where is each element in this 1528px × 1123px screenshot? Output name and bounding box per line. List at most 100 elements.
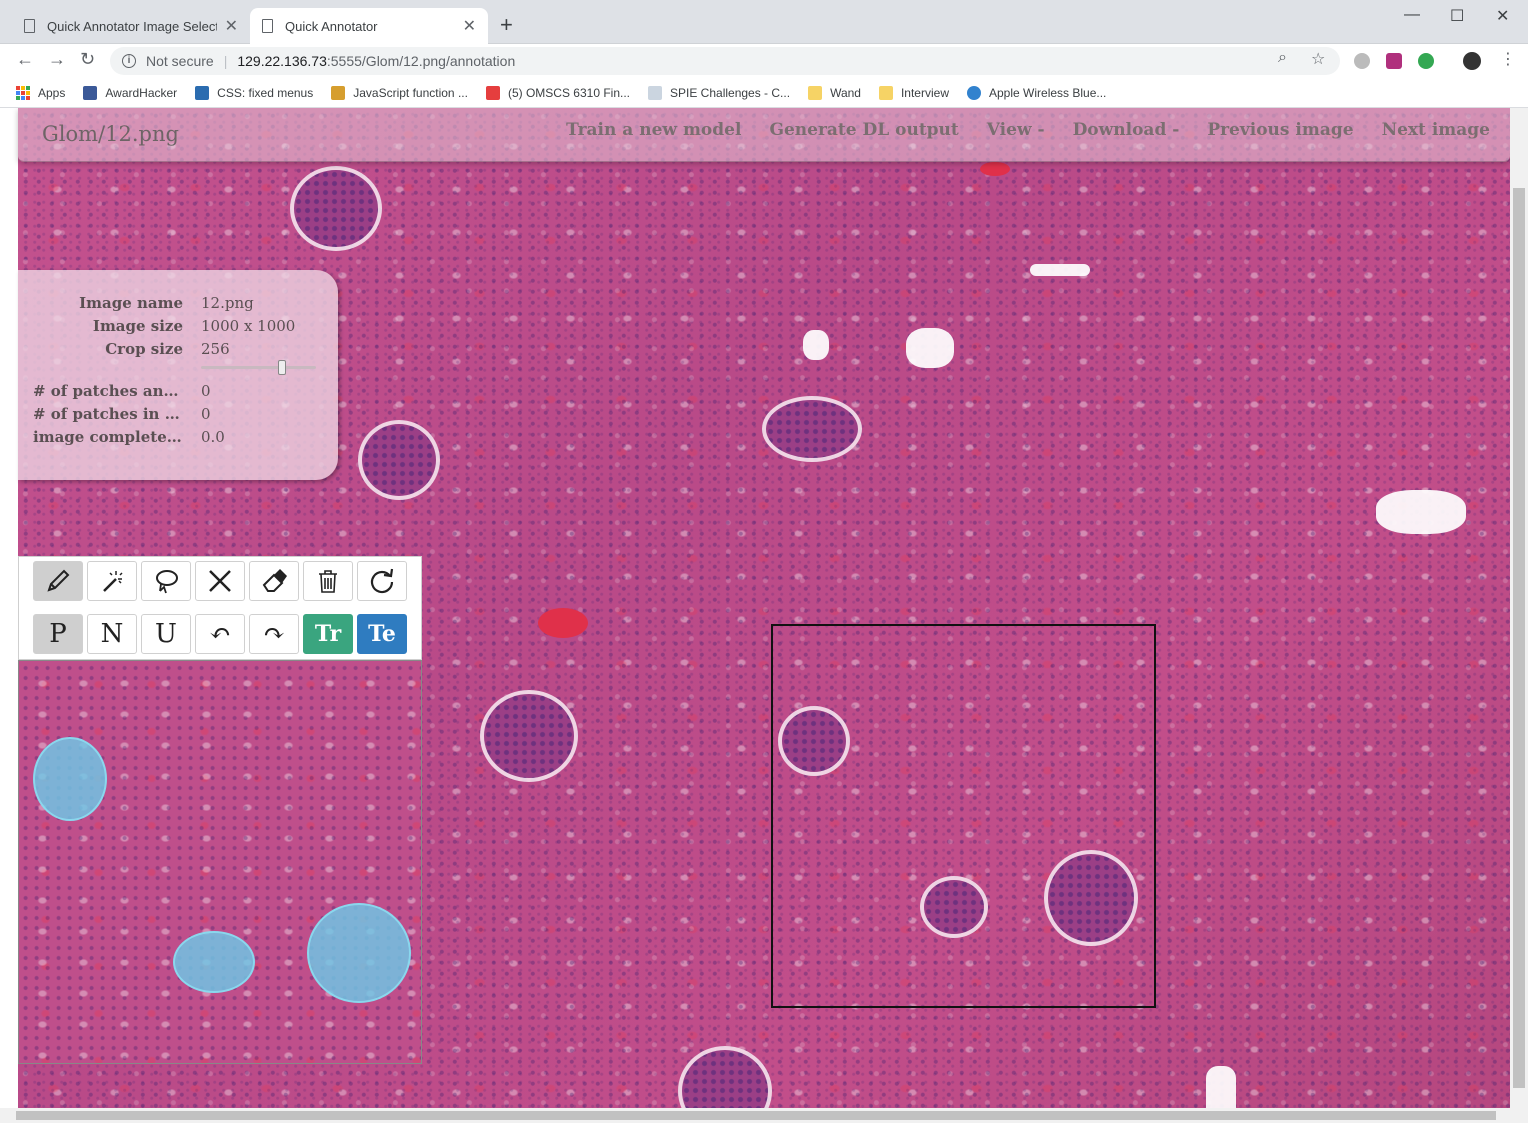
unknown-class-button[interactable]: U (141, 614, 191, 654)
address-bar[interactable]: i Not secure | 129.22.136.73:5555/Glom/1… (110, 47, 1340, 75)
document-icon (24, 19, 35, 33)
info-row-patches-annotated: # of patches ann... 0 (18, 382, 338, 402)
annotation-toolbar: P N U ↶ ↷ Tr Te (18, 556, 422, 660)
refresh-button[interactable] (357, 561, 407, 601)
glomerulus (762, 396, 862, 462)
forward-icon[interactable]: → (48, 49, 66, 70)
bookmark-apps[interactable]: Apps (16, 85, 66, 100)
new-tab-button[interactable]: + (500, 12, 513, 38)
lasso-tool-button[interactable] (141, 561, 191, 601)
browser-tab-bar: Quick Annotator Image Selection ✕ Quick … (0, 0, 1528, 44)
folder-icon (808, 85, 823, 100)
close-tab-icon[interactable]: ✕ (463, 16, 476, 36)
pencil-tool-button[interactable] (33, 561, 83, 601)
delete-button[interactable] (303, 561, 353, 601)
info-value: 256 (201, 340, 230, 358)
bookmark-apple-wireless[interactable]: Apple Wireless Blue... (967, 85, 1106, 100)
lumen (1030, 264, 1090, 276)
crop-size-slider[interactable] (201, 360, 316, 375)
youtube-icon (485, 85, 500, 100)
crop-region-box[interactable] (771, 624, 1156, 1008)
zoom-icon[interactable]: ⌕ (1278, 49, 1287, 67)
extension-icon[interactable] (1354, 53, 1370, 69)
slider-thumb[interactable] (278, 360, 287, 375)
lumen (906, 328, 954, 368)
info-value: 12.png (201, 294, 254, 312)
avatar[interactable] (1463, 52, 1481, 70)
bookmark-omscs[interactable]: (5) OMSCS 6310 Fin... (485, 85, 630, 100)
scrollbar-thumb[interactable] (16, 1111, 1496, 1120)
menu-kebab-icon[interactable]: ⋮ (1500, 49, 1516, 69)
close-window-icon[interactable]: ✕ (1496, 6, 1509, 26)
bookmarks-bar: Apps AwardHacker CSS: fixed menus JavaSc… (0, 78, 1528, 108)
info-icon[interactable]: i (122, 54, 136, 68)
bookmark-interview[interactable]: Interview (878, 85, 949, 100)
info-row-crop-size: Crop size 256 (18, 340, 338, 360)
info-label: Image size (92, 317, 183, 335)
info-label: # of patches in t... (33, 405, 183, 423)
app-navbar: Glom/12.png Train a new model Generate D… (18, 108, 1510, 162)
close-tab-icon[interactable]: ✕ (225, 16, 238, 36)
info-value: 0.0 (201, 428, 225, 446)
w3-icon (195, 85, 210, 100)
info-label: Image name (79, 294, 183, 312)
positive-annotation (307, 903, 411, 1003)
maximize-icon[interactable]: ☐ (1450, 6, 1464, 26)
positive-annotation (33, 737, 107, 821)
minimize-icon[interactable]: — (1404, 6, 1420, 24)
bookmark-label: (5) OMSCS 6310 Fin... (507, 85, 630, 100)
bookmark-label: AwardHacker (105, 85, 178, 100)
magic-wand-tool-button[interactable] (87, 561, 137, 601)
horizontal-scrollbar[interactable] (0, 1108, 1528, 1123)
bookmark-css-fixed-menus[interactable]: CSS: fixed menus (195, 85, 313, 100)
bookmark-awardhacker[interactable]: AwardHacker (83, 85, 178, 100)
back-icon[interactable]: ← (16, 49, 34, 70)
page-title[interactable]: Glom/12.png (42, 122, 179, 146)
view-menu[interactable]: View - (987, 120, 1045, 140)
extension-play-icon[interactable] (1418, 53, 1434, 69)
bookmark-star-icon[interactable]: ☆ (1311, 49, 1325, 69)
bookmark-label: SPIE Challenges - C... (670, 85, 791, 100)
clear-button[interactable] (195, 561, 245, 601)
redo-button[interactable]: ↷ (249, 614, 299, 654)
arrow-icon (83, 85, 98, 100)
bookmark-spie-challenges[interactable]: SPIE Challenges - C... (648, 85, 791, 100)
browser-toolbar: ← → ↻ i Not secure | 129.22.136.73:5555/… (0, 44, 1528, 78)
undo-button[interactable]: ↶ (195, 614, 245, 654)
lumen (803, 330, 829, 360)
url-host: 129.22.136.73 (237, 53, 327, 69)
tab-quick-annotator[interactable]: Quick Annotator ✕ (250, 8, 488, 44)
next-image-link[interactable]: Next image (1382, 120, 1490, 140)
red-blood-cell-cluster (538, 608, 588, 638)
info-label: image complete % (33, 428, 183, 446)
eraser-icon (262, 569, 287, 592)
download-menu[interactable]: Download - (1073, 120, 1180, 140)
extension-icon[interactable] (1386, 53, 1402, 69)
tab-image-selection[interactable]: Quick Annotator Image Selection ✕ (12, 8, 250, 44)
generate-dl-output-link[interactable]: Generate DL output (769, 120, 958, 140)
glomerulus (290, 166, 382, 251)
reload-icon[interactable]: ↻ (80, 49, 95, 70)
info-value: 0 (201, 382, 211, 400)
apps-grid-icon (16, 85, 30, 100)
info-row-patches-training: # of patches in t... 0 (18, 405, 338, 425)
bookmark-wand[interactable]: Wand (808, 85, 861, 100)
glomerulus (480, 690, 578, 782)
positive-class-button[interactable]: P (33, 614, 83, 654)
lasso-icon (156, 570, 178, 594)
vertical-scrollbar[interactable] (1510, 108, 1528, 1108)
info-value: 0 (201, 405, 211, 423)
previous-image-link[interactable]: Previous image (1207, 120, 1353, 140)
annotation-canvas[interactable] (18, 660, 422, 1064)
eraser-tool-button[interactable] (249, 561, 299, 601)
bookmark-label: Apps (38, 85, 66, 100)
train-model-link[interactable]: Train a new model (566, 120, 741, 140)
training-set-button[interactable]: Tr (303, 614, 353, 654)
security-label: Not secure (146, 53, 214, 69)
cross-icon (209, 570, 231, 592)
bookmark-javascript-function[interactable]: JavaScript function ... (331, 85, 468, 100)
info-value: 1000 x 1000 (201, 317, 296, 335)
test-set-button[interactable]: Te (357, 614, 407, 654)
negative-class-button[interactable]: N (87, 614, 137, 654)
scrollbar-thumb[interactable] (1513, 188, 1525, 1088)
